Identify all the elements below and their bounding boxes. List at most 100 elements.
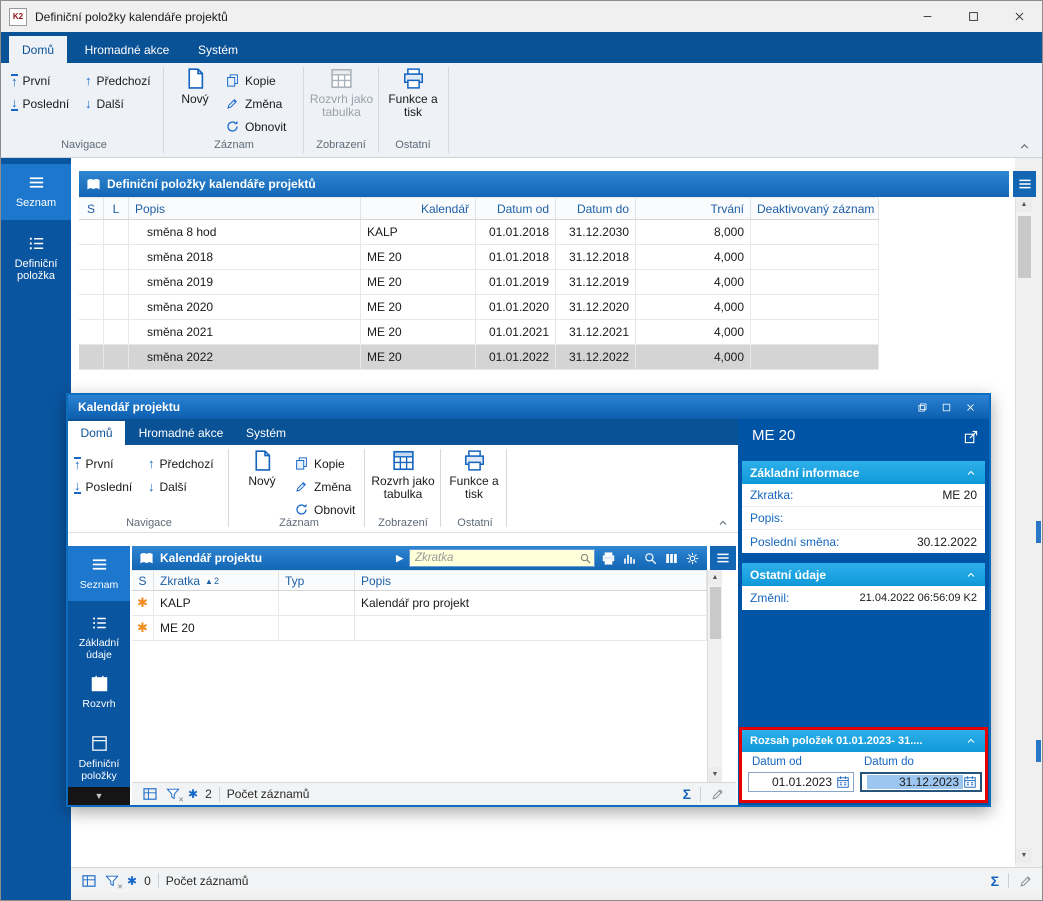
tab-domu[interactable]: Domů [9, 36, 67, 63]
date-from-field[interactable]: 01.01.2023 [748, 772, 854, 792]
advanced-search-icon[interactable] [643, 551, 658, 566]
definition-item-row[interactable]: směna 2022ME 2001.01.202231.12.20224,000 [79, 345, 879, 370]
edit-pen-icon[interactable] [1018, 873, 1034, 889]
sidebar-item-seznam[interactable]: Seznam [68, 546, 130, 601]
column-header-datum-od[interactable]: Datum od [476, 198, 556, 219]
edit-pen-icon[interactable] [710, 786, 726, 802]
column-header-s[interactable]: S [132, 571, 154, 590]
close-icon[interactable] [962, 399, 979, 415]
main-scrollbar[interactable]: ▲ ▼ [1015, 197, 1032, 863]
tab-hromadne-akce[interactable]: Hromadné akce [75, 36, 179, 63]
table-cell [355, 616, 707, 641]
refresh-label: Obnovit [245, 120, 286, 134]
copy-button[interactable]: Kopie [225, 70, 276, 91]
calendar-picker-icon[interactable] [963, 775, 977, 789]
collapse-ribbon-icon[interactable] [1017, 140, 1032, 153]
column-header-s[interactable]: S [79, 198, 104, 219]
column-header-typ[interactable]: Typ [279, 571, 355, 590]
definition-item-row[interactable]: směna 2019ME 2001.01.201931.12.20194,000 [79, 270, 879, 295]
scrollbar-thumb[interactable] [710, 587, 721, 639]
first-button[interactable]: ↑První [11, 70, 51, 91]
calendar-picker-icon[interactable] [836, 775, 850, 789]
table-menu-button[interactable] [710, 546, 736, 570]
table-menu-button[interactable] [1013, 171, 1036, 197]
calendar-row[interactable]: ✱KALPKalendář pro projekt [132, 591, 707, 616]
collapse-ribbon-icon[interactable] [716, 517, 730, 529]
column-header-zkratka[interactable]: Zkratka▲2 [154, 571, 279, 590]
table-view-icon[interactable] [81, 873, 97, 889]
previous-button[interactable]: ↑Předchozí [85, 70, 151, 91]
scroll-up-icon[interactable]: ▲ [708, 570, 722, 585]
filter-icon[interactable]: ✕ [104, 873, 120, 889]
previous-button[interactable]: ↑Předchozí [148, 453, 214, 474]
scrollbar-thumb[interactable] [1018, 216, 1031, 278]
dialog-tab-domu[interactable]: Domů [68, 421, 125, 445]
column-header-popis[interactable]: Popis [355, 571, 707, 590]
calendar-row[interactable]: ✱ME 20 [132, 616, 707, 641]
sidebar-item-zakladni-udaje[interactable]: Základní údaje [68, 605, 130, 661]
restore-icon[interactable] [914, 399, 931, 415]
sum-icon[interactable]: Σ [991, 873, 999, 889]
filter-icon[interactable]: ✕ [165, 786, 181, 802]
functions-print-button[interactable]: Funkce a tisk [445, 448, 503, 501]
scroll-down-icon[interactable]: ▼ [708, 767, 722, 782]
column-header-kalendar[interactable]: Kalendář [361, 198, 476, 219]
section-rozsah-polozek[interactable]: Rozsah položek 01.01.2023- 31.... [742, 730, 985, 752]
sidebar-item-rozvrh[interactable]: Rozvrh [68, 665, 130, 721]
definition-item-row[interactable]: směna 8 hodKALP01.01.201831.12.20308,000 [79, 220, 879, 245]
copy-button[interactable]: Kopie [294, 453, 345, 474]
search-icon[interactable] [579, 552, 592, 565]
chevron-up-icon[interactable] [965, 569, 977, 581]
sidebar-collapse-strip[interactable]: ▼ [68, 787, 130, 805]
dialog-scrollbar[interactable]: ▲ ▼ [707, 570, 722, 782]
printer-icon [401, 66, 426, 91]
settings-gear-icon[interactable] [685, 551, 700, 566]
sidebar-item-definicni-polozky[interactable]: Definiční položky [68, 725, 130, 787]
column-header-deaktivovany[interactable]: Deaktivovaný záznam [751, 198, 879, 219]
column-header-trvani[interactable]: Trvání [636, 198, 751, 219]
chevron-up-icon[interactable] [965, 467, 977, 479]
sidebar-item-definicni-polozka[interactable]: Definiční položka [1, 225, 71, 289]
column-header-l[interactable]: L [104, 198, 129, 219]
definition-item-row[interactable]: směna 2020ME 2001.01.202031.12.20204,000 [79, 295, 879, 320]
sidebar-item-seznam[interactable]: Seznam [1, 164, 71, 220]
sum-icon[interactable]: Σ [683, 786, 691, 802]
change-button[interactable]: Změna [225, 93, 282, 114]
external-link-icon[interactable] [963, 429, 979, 445]
maximize-icon[interactable] [938, 399, 955, 415]
scroll-up-icon[interactable]: ▲ [1016, 197, 1032, 212]
column-header-datum-do[interactable]: Datum do [556, 198, 636, 219]
search-input[interactable] [410, 552, 594, 564]
new-button[interactable]: Nový [240, 448, 284, 488]
definition-item-row[interactable]: směna 2018ME 2001.01.201831.12.20184,000 [79, 245, 879, 270]
first-button[interactable]: ↑První [74, 453, 114, 474]
schedule-as-table-button[interactable]: Rozvrh jako tabulka [369, 448, 437, 501]
definition-item-row[interactable]: směna 2021ME 2001.01.202131.12.20214,000 [79, 320, 879, 345]
chevron-up-icon[interactable] [965, 735, 977, 747]
section-zakladni-informace[interactable]: Základní informace [742, 461, 985, 484]
expand-arrow-icon[interactable]: ▶ [396, 553, 403, 564]
dialog-tab-hromadne-akce[interactable]: Hromadné akce [130, 421, 232, 445]
scroll-down-icon[interactable]: ▼ [1016, 848, 1032, 863]
new-button[interactable]: Nový [171, 66, 219, 106]
functions-print-button[interactable]: Funkce a tisk [384, 66, 442, 119]
dialog-tab-system[interactable]: Systém [236, 421, 296, 445]
next-button[interactable]: ↓Další [148, 476, 187, 497]
last-button[interactable]: ↓Poslední [11, 93, 69, 114]
date-to-field[interactable]: 31.12.2023 [860, 772, 982, 792]
minimize-icon[interactable] [904, 1, 950, 32]
section-ostatni-udaje[interactable]: Ostatní údaje [742, 563, 985, 586]
change-button[interactable]: Změna [294, 476, 351, 497]
last-button[interactable]: ↓Poslední [74, 476, 132, 497]
tab-system[interactable]: Systém [187, 36, 249, 63]
refresh-button[interactable]: Obnovit [225, 116, 286, 137]
chart-icon[interactable] [622, 551, 637, 566]
next-button[interactable]: ↓Další [85, 93, 124, 114]
previous-label: Předchozí [160, 457, 214, 471]
columns-icon[interactable] [664, 551, 679, 566]
close-icon[interactable] [996, 1, 1042, 32]
print-icon[interactable] [601, 551, 616, 566]
column-header-popis[interactable]: Popis [129, 198, 361, 219]
table-view-icon[interactable] [142, 786, 158, 802]
maximize-icon[interactable] [950, 1, 996, 32]
